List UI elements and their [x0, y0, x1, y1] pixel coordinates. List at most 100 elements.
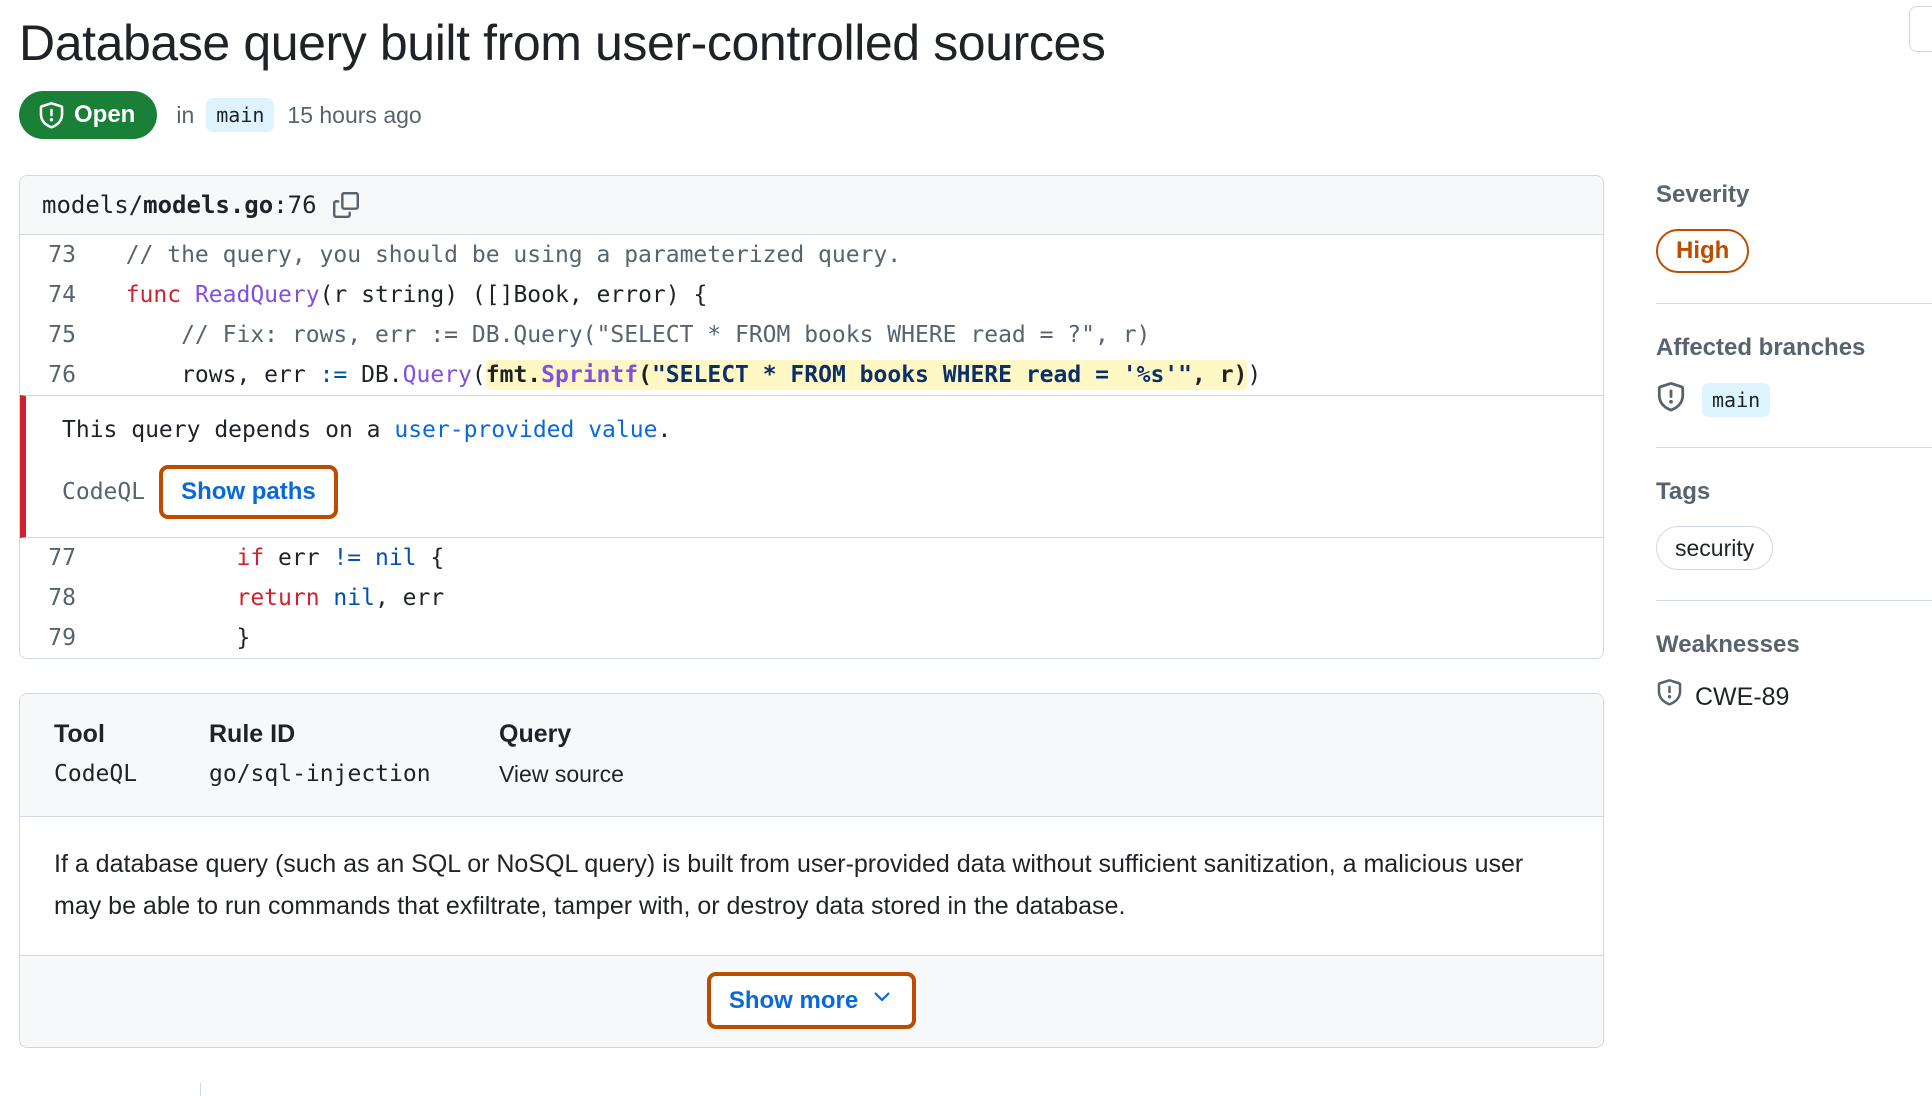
- sidebar-divider: [1656, 447, 1932, 448]
- token-tail: {: [416, 545, 445, 571]
- file-path-line: :76: [273, 191, 317, 219]
- shield-exclamation-icon: [1656, 382, 1686, 417]
- show-more-label: Show more: [728, 986, 859, 1014]
- sidebar-divider: [1656, 600, 1932, 601]
- meta-in-label: in: [176, 101, 195, 128]
- file-path-dir: models/: [42, 191, 144, 219]
- code-lines-top: 73 // the query, you should be using a p…: [20, 235, 1603, 395]
- code-lines-bottom: 77 if err != nil { 78 return nil, err 79…: [20, 538, 1603, 658]
- alert-meta-row: Open in main 15 hours ago: [19, 91, 1932, 139]
- sidebar-title-severity: Severity: [1656, 181, 1750, 208]
- sidebar-section-tags: Tags security: [1656, 476, 1932, 572]
- token-mid: err: [264, 545, 334, 571]
- detail-value-tool: CodeQL: [54, 761, 138, 787]
- timestamp: 15 hours ago: [287, 101, 422, 128]
- alert-actions: CodeQL Show paths: [62, 465, 1603, 519]
- code-line-highlighted: 76 rows, err := DB.Query(fmt.Sprintf("SE…: [20, 355, 1603, 395]
- token-prefix: rows, err: [98, 362, 320, 388]
- main-column: models/models.go:76 73 // the query, you…: [19, 175, 1604, 1048]
- token-db: DB.: [347, 362, 403, 388]
- token-nil: nil: [361, 545, 417, 571]
- detail-label: Tool: [54, 720, 105, 748]
- show-more-button[interactable]: Show more: [706, 972, 917, 1029]
- token-keyword: return: [236, 585, 320, 611]
- sidebar: Severity High Affected branches main Tag…: [1656, 175, 1932, 716]
- line-content: if err != nil {: [98, 538, 444, 578]
- affected-branch-row: main: [1656, 382, 1932, 417]
- token-arg: , r): [1192, 362, 1248, 388]
- line-number: 74: [48, 282, 76, 308]
- view-source-link[interactable]: View source: [499, 758, 799, 790]
- rule-description: If a database query (such as an SQL or N…: [54, 850, 1524, 920]
- status-badge: Open: [19, 91, 158, 139]
- sidebar-section-affected-branches: Affected branches main: [1656, 332, 1932, 419]
- shield-exclamation-icon: [38, 101, 65, 129]
- line-number: 73: [48, 242, 76, 268]
- code-snippet-header: models/models.go:76: [20, 176, 1603, 235]
- user-provided-value-link[interactable]: user-provided value: [394, 417, 657, 443]
- rule-details-card: Tool CodeQL Rule ID go/sql-injection Que…: [19, 693, 1604, 1048]
- token-sprintf: Sprintf: [541, 362, 639, 388]
- status-badge-label: Open: [74, 101, 136, 128]
- affected-branch-chip[interactable]: main: [1702, 382, 1771, 417]
- file-path-name: models.go: [143, 191, 274, 219]
- code-line: 73 // the query, you should be using a p…: [20, 235, 1603, 275]
- code-line: 78 return nil, err: [20, 578, 1603, 618]
- token-assign: :=: [319, 362, 348, 388]
- line-content: func ReadQuery(r string) ([]Book, error)…: [98, 275, 708, 315]
- show-paths-label: Show paths: [181, 478, 316, 505]
- chevron-down-icon: [870, 985, 894, 1016]
- sidebar-title-weaknesses: Weaknesses: [1656, 631, 1800, 658]
- line-number: 76: [48, 362, 76, 388]
- vulnerable-code-highlight: fmt.Sprintf("SELECT * FROM books WHERE r…: [485, 360, 1248, 390]
- alert-text-before: This query depends on a: [62, 417, 395, 443]
- line-number: 75: [48, 322, 76, 348]
- token-sql-string: "SELECT * FROM books WHERE read = '%s'": [651, 362, 1192, 388]
- token-function: ReadQuery: [181, 282, 320, 308]
- line-content: return nil, err: [98, 578, 444, 618]
- code-line: 75 // Fix: rows, err := DB.Query("SELECT…: [20, 315, 1603, 355]
- token-fmt: fmt.: [485, 362, 542, 388]
- page-header: Database query built from user-controlle…: [0, 0, 1932, 139]
- token-open-paren: (: [471, 362, 486, 388]
- weakness-label: CWE-89: [1695, 682, 1790, 711]
- partially-visible-top-right-button[interactable]: [1909, 6, 1932, 52]
- alert-annotation: This query depends on a user-provided va…: [20, 395, 1603, 538]
- detail-column-query: Query View source: [499, 718, 799, 790]
- sidebar-title-affected-branches: Affected branches: [1656, 334, 1866, 361]
- show-paths-button[interactable]: Show paths: [159, 465, 338, 519]
- code-line: 77 if err != nil {: [20, 538, 1603, 578]
- copy-icon[interactable]: [331, 190, 361, 220]
- line-number: 77: [48, 545, 76, 571]
- alert-tool-name: CodeQL: [62, 479, 146, 505]
- file-path: models/models.go:76: [42, 189, 317, 221]
- weakness-row: CWE-89: [1656, 679, 1932, 714]
- code-snippet-card: models/models.go:76 73 // the query, you…: [19, 175, 1604, 659]
- line-number: 78: [48, 585, 76, 611]
- detail-value-rule-id: go/sql-injection: [209, 761, 431, 787]
- tag-pill[interactable]: security: [1656, 526, 1774, 570]
- token-nil: nil: [319, 585, 375, 611]
- token-tail: , err: [374, 585, 445, 611]
- severity-badge: High: [1656, 229, 1750, 273]
- shield-exclamation-icon: [1656, 679, 1683, 714]
- token-keyword: if: [236, 545, 265, 571]
- token-paren: (: [638, 362, 652, 388]
- line-content: rows, err := DB.Query(fmt.Sprintf("SELEC…: [98, 355, 1261, 395]
- code-line: 74 func ReadQuery(r string) ([]Book, err…: [20, 275, 1603, 315]
- token-rest: (r string) ([]Book, error) {: [319, 282, 708, 308]
- alert-message: This query depends on a user-provided va…: [62, 413, 1603, 447]
- sidebar-title-tags: Tags: [1656, 478, 1711, 505]
- token-keyword: func: [125, 282, 182, 308]
- rule-details-footer: Show more: [20, 955, 1603, 1047]
- token-operator: !=: [333, 545, 362, 571]
- branch-chip[interactable]: main: [206, 98, 275, 132]
- line-content: }: [98, 625, 251, 651]
- line-number: 79: [48, 625, 76, 651]
- sidebar-divider: [1656, 303, 1932, 304]
- sidebar-section-severity: Severity High: [1656, 179, 1932, 275]
- bottom-vertical-divider: [200, 1083, 201, 1096]
- alert-text-after: .: [657, 417, 672, 443]
- content-area: models/models.go:76 73 // the query, you…: [0, 175, 1932, 1048]
